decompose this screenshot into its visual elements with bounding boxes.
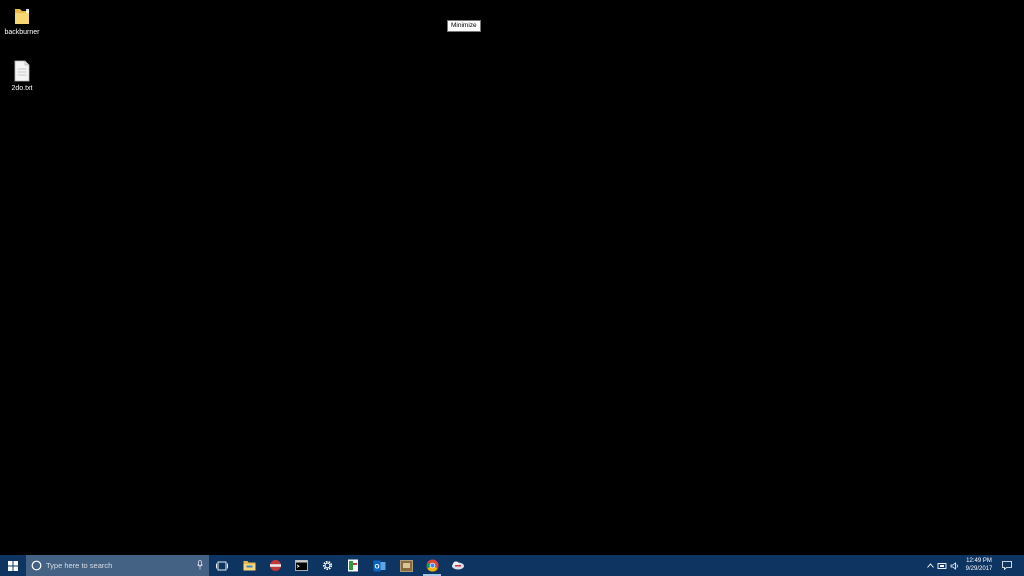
network-tray-button[interactable] (936, 555, 948, 576)
clock-date: 9/29/2017 (965, 566, 993, 572)
command-prompt-button[interactable] (290, 555, 312, 576)
start-button[interactable] (0, 555, 26, 576)
desktop-icon-2do-txt[interactable]: 2do.txt (0, 60, 44, 93)
text-file-icon (14, 60, 30, 82)
action-center-button[interactable] (1000, 555, 1014, 576)
taskbar: Type here to search O 12:49 PM 9/29/2017 (0, 555, 1024, 576)
settings-button[interactable] (316, 555, 338, 576)
search-box[interactable]: Type here to search (26, 555, 209, 576)
box-app-button[interactable] (395, 555, 417, 576)
desktop-icon-label: backburner (4, 29, 40, 36)
chrome-icon (425, 559, 438, 572)
green-doc-app-button[interactable] (342, 555, 364, 576)
outlook-icon: O (373, 560, 385, 571)
cortana-circle-icon (31, 560, 42, 571)
file-explorer-icon (243, 561, 255, 571)
clock-time: 12:49 PM (966, 558, 992, 564)
folder-icon (15, 9, 29, 24)
cloud-app-button[interactable] (447, 555, 469, 576)
show-hidden-icons-button[interactable] (925, 555, 935, 576)
desktop-icon-label: 2do.txt (11, 85, 33, 92)
chevron-up-icon (926, 563, 934, 568)
settings-gear-icon (322, 560, 332, 571)
box-app-icon (399, 559, 413, 572)
speaker-icon (950, 561, 958, 570)
network-icon (937, 562, 947, 569)
microphone-icon[interactable] (197, 560, 203, 570)
green-doc-app-icon (348, 559, 358, 572)
taskbar-clock[interactable]: 12:49 PM 9/29/2017 (960, 557, 998, 573)
command-prompt-icon (294, 560, 308, 571)
windows-logo-icon (8, 560, 18, 571)
file-explorer-button[interactable] (238, 555, 260, 576)
task-view-icon (216, 561, 228, 570)
svg-text:O: O (374, 563, 379, 570)
outlook-button[interactable]: O (368, 555, 390, 576)
chrome-button[interactable] (421, 555, 443, 576)
red-circle-app-button[interactable] (264, 555, 286, 576)
red-circle-app-icon (269, 560, 281, 571)
desktop-icon-backburner[interactable]: backburner (0, 6, 44, 37)
minimize-tooltip: Minimize (447, 20, 481, 32)
desktop: backburner 2do.txt Minimize (0, 0, 1024, 555)
task-view-button[interactable] (211, 555, 233, 576)
notification-icon (1002, 561, 1012, 570)
search-placeholder: Type here to search (46, 561, 113, 570)
cloud-app-icon (452, 561, 464, 570)
